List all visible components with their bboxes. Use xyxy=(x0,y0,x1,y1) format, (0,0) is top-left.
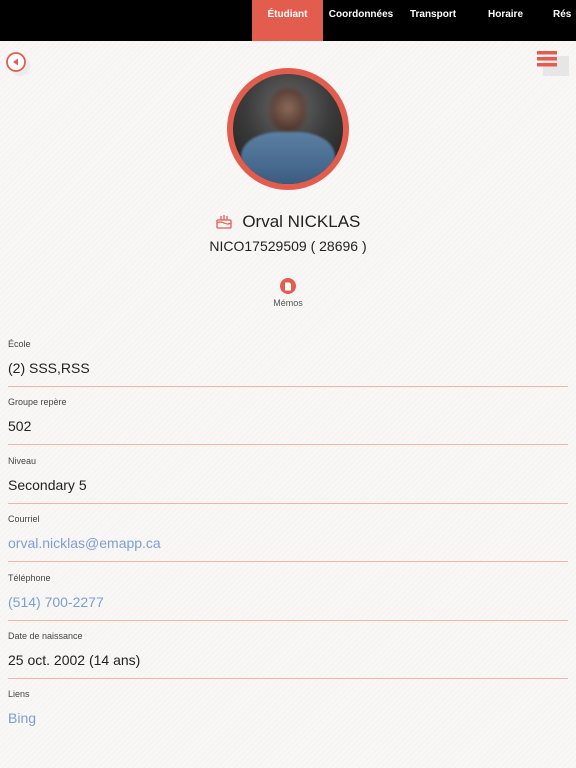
menu-button[interactable] xyxy=(536,50,570,78)
tab-etudiant[interactable]: Étudiant xyxy=(252,0,323,41)
back-arrow-icon xyxy=(6,52,30,76)
avatar xyxy=(233,74,343,184)
memos-button[interactable]: Mémos xyxy=(268,278,308,308)
divider xyxy=(8,678,568,679)
field-label: Liens xyxy=(8,689,30,699)
birthday-cake-icon xyxy=(215,213,232,234)
link-bing[interactable]: Bing xyxy=(8,710,568,726)
field-value: Secondary 5 xyxy=(8,477,87,493)
tab-transport[interactable]: Transport xyxy=(403,0,463,41)
field-telephone: Téléphone (514) 700-2277 xyxy=(8,573,568,610)
field-label: Téléphone xyxy=(8,573,51,583)
field-label: Niveau xyxy=(8,456,37,466)
memo-icon xyxy=(280,278,296,294)
field-groupe-repere: Groupe repère 502 xyxy=(8,397,568,434)
field-value: 25 oct. 2002 (14 ans) xyxy=(8,652,141,668)
tab-horaire[interactable]: Horaire xyxy=(478,0,533,41)
student-photo xyxy=(227,68,349,190)
field-niveau: Niveau Secondary 5 xyxy=(8,456,568,493)
field-label: École xyxy=(8,339,31,349)
divider xyxy=(8,444,568,445)
field-date-naissance: Date de naissance 25 oct. 2002 (14 ans) xyxy=(8,631,568,668)
field-value: (2) SSS,RSS xyxy=(8,360,90,376)
divider xyxy=(8,503,568,504)
field-label: Groupe repère xyxy=(8,397,67,407)
divider xyxy=(8,620,568,621)
email-link[interactable]: orval.nicklas@emapp.ca xyxy=(8,535,568,551)
student-name: Orval NICKLAS xyxy=(242,212,361,231)
divider xyxy=(8,561,568,562)
tab-resume[interactable]: Rés xyxy=(553,0,576,41)
top-navigation-bar: Étudiant Coordonnées Transport Horaire R… xyxy=(0,0,576,41)
field-value: 502 xyxy=(8,418,32,434)
divider xyxy=(8,386,568,387)
tab-coordonnees[interactable]: Coordonnées xyxy=(325,0,397,41)
field-label: Courriel xyxy=(8,514,40,524)
back-button[interactable] xyxy=(6,52,30,76)
memos-label: Mémos xyxy=(273,298,303,308)
field-ecole: École (2) SSS,RSS xyxy=(8,339,568,376)
field-courriel: Courriel orval.nicklas@emapp.ca xyxy=(8,514,568,551)
field-liens: Liens Bing xyxy=(8,689,568,726)
phone-link[interactable]: (514) 700-2277 xyxy=(8,594,568,610)
student-name-row: Orval NICKLAS xyxy=(0,212,576,234)
field-label: Date de naissance xyxy=(8,631,83,641)
hamburger-menu-icon xyxy=(537,51,569,76)
student-id: NICO17529509 ( 28696 ) xyxy=(209,238,367,254)
